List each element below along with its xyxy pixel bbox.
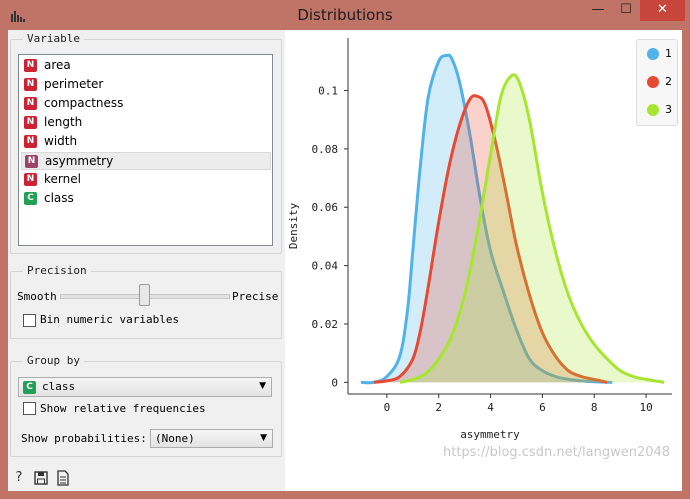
bin-numeric-label[interactable]: Bin numeric variables [40,313,179,326]
y-tick-label: 0.1 [318,85,338,98]
variable-group-title: Variable [23,32,84,45]
y-tick-label: 0.06 [312,201,339,214]
variable-item-label: class [44,191,74,205]
variable-item-label: area [44,58,71,72]
variable-item-class[interactable]: Cclass [21,190,271,208]
variable-item-area[interactable]: Narea [21,57,271,75]
show-probabilities-value: (None) [155,432,195,445]
bottom-toolbar: ? [10,470,90,488]
group-by-group: Group by C class ▼ Show relative frequen… [10,354,282,457]
numeric-badge: N [24,97,37,110]
y-axis-label: Density [287,202,300,249]
legend-swatch [647,48,659,60]
group-by-select[interactable]: C class ▼ [18,377,272,397]
variable-item-kernel[interactable]: Nkernel [21,171,271,189]
x-tick-label: 8 [591,401,598,414]
numeric-badge: N [25,155,38,168]
variable-list[interactable]: Narea Nperimeter Ncompactness Nlength Nwidth… [18,54,273,246]
smooth-label: Smooth [17,290,57,303]
legend-label: 2 [665,75,672,88]
bin-numeric-checkbox[interactable] [23,314,36,327]
variable-group: Variable Narea Nperimeter Ncompactness Nlen… [10,32,282,254]
variable-item-label: width [44,134,78,148]
group-by-title: Group by [23,354,84,367]
watermark-text: https://blog.csdn.net/langwen2048 [443,445,671,460]
legend-item-3: 3 [637,102,677,118]
numeric-badge: N [24,173,37,186]
group-by-value: class [42,380,76,393]
x-axis-label: asymmetry [460,428,520,441]
precise-label: Precise [232,290,279,303]
x-tick-label: 6 [539,401,546,414]
y-tick-label: 0.08 [312,143,339,156]
dropdown-arrow-icon: ▼ [260,433,267,443]
variable-item-label: length [44,115,83,129]
categorical-badge: C [24,192,37,205]
categorical-badge: C [23,381,36,394]
variable-item-perimeter[interactable]: Nperimeter [21,76,271,94]
variable-item-length[interactable]: Nlength [21,114,271,132]
numeric-badge: N [24,78,37,91]
relative-frequencies-label[interactable]: Show relative frequencies [40,402,206,415]
x-tick-label: 2 [435,401,442,414]
report-icon[interactable] [56,470,70,486]
y-tick-label: 0.02 [312,318,339,331]
y-tick-label: 0.04 [312,260,339,273]
numeric-badge: N [24,135,37,148]
maximize-button[interactable]: ☐ [612,0,640,21]
legend-swatch [647,76,659,88]
variable-item-width[interactable]: Nwidth [21,133,271,151]
chart-legend: 1 2 3 [636,39,678,126]
client-area: Variable Narea Nperimeter Ncompactness Nlen… [8,30,682,491]
title-bar[interactable]: Distributions — ☐ ✕ [0,0,690,30]
close-button[interactable]: ✕ [640,0,685,21]
numeric-badge: N [24,59,37,72]
dropdown-arrow-icon: ▼ [259,381,266,391]
variable-item-asymmetry[interactable]: Nasymmetry [21,152,271,170]
distribution-plot-area[interactable]: 0 0.02 0.04 0.06 0.08 0.1 0 2 4 6 8 10 asymmetry Dens… [285,30,682,491]
variable-item-label: kernel [44,172,81,186]
minimize-button[interactable]: — [584,0,612,21]
precision-group-title: Precision [23,264,91,277]
legend-item-1: 1 [637,46,677,62]
show-probabilities-select[interactable]: (None) ▼ [150,429,273,448]
density-chart[interactable]: 0 0.02 0.04 0.06 0.08 0.1 0 2 4 6 8 10 asymmetry Dens… [285,30,682,491]
x-tick-label: 0 [384,401,391,414]
save-icon[interactable] [34,470,48,486]
variable-item-label: perimeter [44,77,104,91]
y-tick-label: 0 [331,376,338,389]
precision-group: Precision Smooth Precise Bin numeric var… [10,264,282,339]
legend-label: 3 [665,103,672,116]
precision-slider-handle[interactable] [139,284,150,306]
show-probabilities-label: Show probabilities: [21,432,147,445]
help-icon[interactable]: ? [12,470,26,486]
window: Distributions — ☐ ✕ Variable Narea Nperim… [0,0,690,499]
legend-item-2: 2 [637,74,677,90]
x-tick-label: 10 [639,401,652,414]
relative-frequencies-checkbox[interactable] [23,402,36,415]
legend-swatch [647,104,659,116]
variable-item-label: asymmetry [45,154,114,168]
variable-item-label: compactness [44,96,124,110]
variable-item-compactness[interactable]: Ncompactness [21,95,271,113]
x-tick-label: 4 [487,401,494,414]
numeric-badge: N [24,116,37,129]
legend-label: 1 [665,47,672,60]
